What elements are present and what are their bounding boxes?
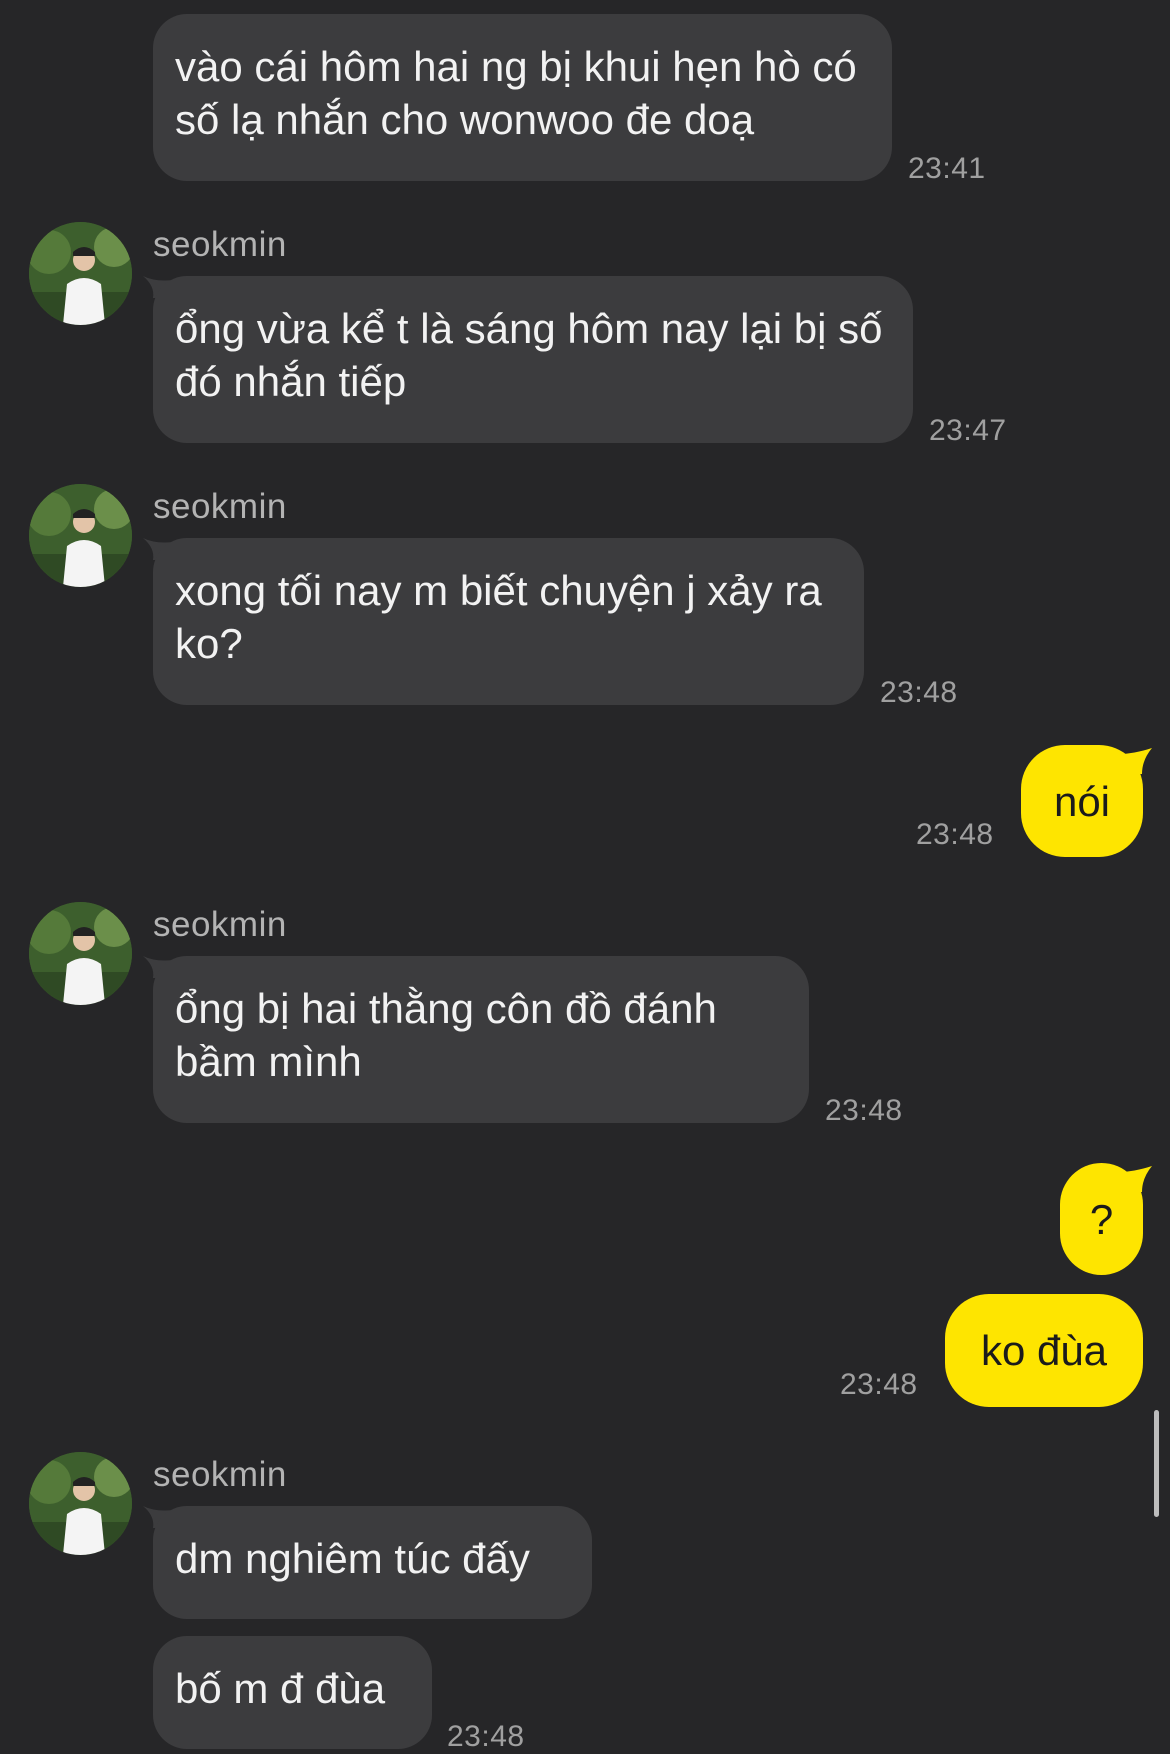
message-time: 23:48	[916, 818, 994, 851]
message-text: ổng vừa kể t là sáng hôm nay lại bị số đ…	[175, 305, 883, 405]
sender-name: seokmin	[153, 905, 287, 944]
message-time: 23:48	[840, 1368, 918, 1401]
avatar[interactable]	[29, 484, 132, 587]
message-text: xong tối nay m biết chuyện j xảy ra ko?	[175, 567, 822, 667]
message-text: nói	[1053, 777, 1111, 825]
message-text: ko đùa	[980, 1327, 1108, 1374]
message-time: 23:48	[447, 1720, 525, 1753]
message-time: 23:48	[825, 1094, 903, 1127]
message-text: ?	[1089, 1195, 1114, 1243]
message-bubble[interactable]: ko đùa	[945, 1294, 1143, 1407]
message-bubble[interactable]: ổng vừa kể t là sáng hôm nay lại bị số đ…	[153, 276, 913, 443]
avatar-photo-icon	[29, 222, 132, 325]
message-bubble[interactable]: ổng bị hai thằng côn đồ đánh bầm mình	[153, 956, 809, 1123]
avatar-photo-icon	[29, 902, 132, 1005]
message-bubble[interactable]: vào cái hôm hai ng bị khui hẹn hò có số …	[153, 14, 892, 181]
message-bubble[interactable]: xong tối nay m biết chuyện j xảy ra ko?	[153, 538, 864, 705]
message-text: bố m đ đùa	[175, 1665, 386, 1712]
message-time: 23:41	[908, 152, 986, 185]
message-bubble[interactable]: bố m đ đùa	[153, 1636, 432, 1749]
avatar[interactable]	[29, 222, 132, 325]
message-bubble[interactable]: dm nghiêm túc đấy	[153, 1506, 592, 1619]
message-text: vào cái hôm hai ng bị khui hẹn hò có số …	[175, 43, 857, 143]
avatar[interactable]	[29, 902, 132, 1005]
avatar-photo-icon	[29, 1452, 132, 1555]
message-time: 23:47	[929, 414, 1007, 447]
sender-name: seokmin	[153, 1455, 287, 1494]
message-text: dm nghiêm túc đấy	[175, 1535, 530, 1582]
message-text: ổng bị hai thằng côn đồ đánh bầm mình	[175, 985, 717, 1085]
scrollbar[interactable]	[1154, 1410, 1159, 1517]
message-bubble[interactable]: ?	[1060, 1163, 1143, 1275]
message-time: 23:48	[880, 676, 958, 709]
message-bubble[interactable]: nói	[1021, 745, 1143, 857]
sender-name: seokmin	[153, 487, 287, 526]
sender-name: seokmin	[153, 225, 287, 264]
avatar[interactable]	[29, 1452, 132, 1555]
avatar-photo-icon	[29, 484, 132, 587]
